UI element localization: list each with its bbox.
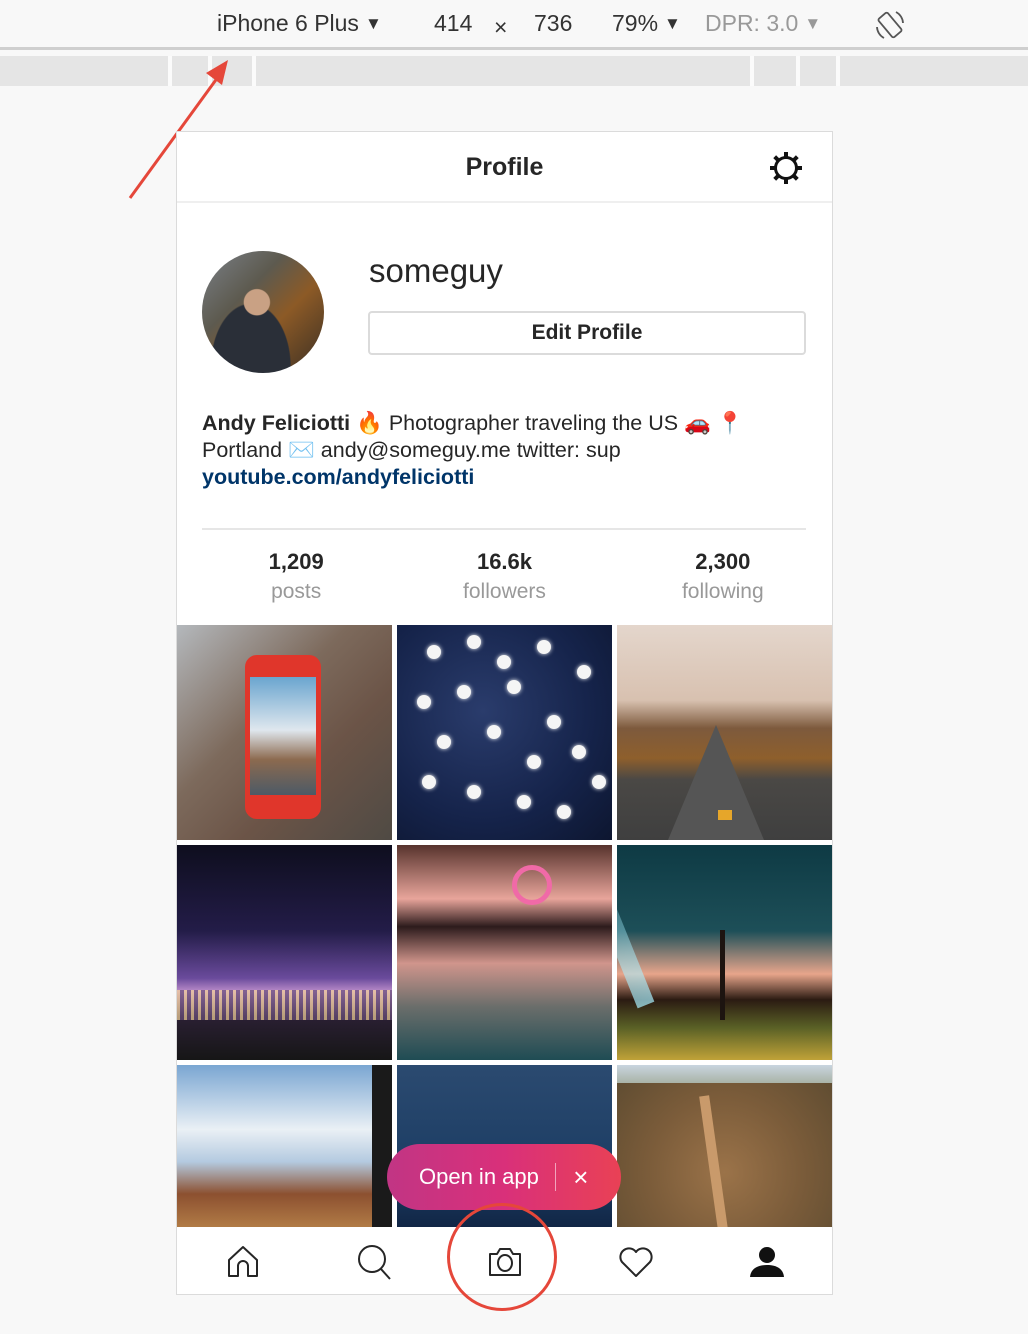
stat-value: 2,300 — [695, 549, 751, 574]
breakpoint-marker[interactable] — [836, 56, 840, 86]
photo-content — [437, 735, 451, 749]
photo-content — [512, 865, 552, 905]
bottom-tab-bar — [177, 1227, 832, 1294]
home-icon — [227, 1245, 258, 1277]
stat-posts[interactable]: 1,209 posts — [177, 547, 405, 607]
photo-content — [572, 745, 586, 759]
stats-row: 1,209 posts 16.6k followers 2,300 follow… — [177, 547, 832, 607]
tab-camera[interactable] — [475, 1237, 535, 1287]
photo-content — [245, 655, 321, 819]
photo-content — [517, 795, 531, 809]
bio-line-1: 🔥 Photographer traveling the US 🚗 📍 — [350, 411, 744, 435]
media-query-bar — [0, 56, 1028, 86]
divider — [202, 528, 806, 530]
times-glyph: × — [494, 14, 508, 40]
zoom-value: 79% — [612, 10, 659, 36]
stat-label: followers — [463, 580, 546, 603]
breakpoint-marker[interactable] — [750, 56, 754, 86]
tab-profile[interactable] — [737, 1237, 797, 1287]
top-nav: Profile — [177, 132, 832, 203]
website-link[interactable]: youtube.com/andyfeliciotti — [202, 465, 474, 489]
stat-label: following — [681, 580, 764, 603]
photo-content — [457, 685, 471, 699]
photo-content — [422, 775, 436, 789]
photo-tile[interactable] — [617, 625, 832, 840]
photo-content — [467, 785, 481, 799]
photo-content — [668, 725, 764, 840]
photo-tile[interactable] — [617, 845, 832, 1060]
photo-tile[interactable] — [177, 625, 392, 840]
photo-tile[interactable] — [177, 845, 392, 1060]
breakpoint-marker[interactable] — [796, 56, 800, 86]
bio: Andy Feliciotti 🔥 Photographer traveling… — [202, 410, 812, 491]
device-toolbar: iPhone 6 Plus ▼ 414 × 736 79% ▼ DPR: 3.0 ▼ — [0, 0, 1028, 50]
search-icon — [357, 1244, 391, 1280]
rotate-icon — [876, 11, 904, 39]
photo-content — [417, 695, 431, 709]
bio-line-2: Portland ✉️ andy@someguy.me twitter: sup — [202, 438, 621, 462]
dropdown-arrow-icon: ▼ — [364, 14, 382, 33]
breakpoint-marker[interactable] — [168, 56, 172, 86]
device-name: iPhone 6 Plus — [217, 10, 359, 36]
open-in-app-label: Open in app — [419, 1164, 539, 1189]
username: someguy — [369, 252, 503, 289]
photo-content — [592, 775, 606, 789]
photo-content — [557, 805, 571, 819]
dpr-value: DPR: 3.0 — [705, 10, 799, 36]
tab-home[interactable] — [213, 1237, 273, 1287]
dropdown-arrow-icon: ▼ — [804, 14, 822, 33]
close-icon[interactable]: × — [568, 1162, 594, 1193]
breakpoint-marker[interactable] — [252, 56, 256, 86]
tab-search[interactable] — [344, 1237, 404, 1287]
zoom-select[interactable]: 79% ▼ — [612, 10, 681, 37]
photo-content — [507, 680, 521, 694]
breakpoint-marker[interactable] — [208, 56, 212, 86]
stat-followers[interactable]: 16.6k followers — [395, 547, 613, 607]
phone-viewport: Profile someguy Edit Profile Andy Felici… — [176, 131, 833, 1295]
camera-icon — [488, 1247, 521, 1276]
full-name: Andy Feliciotti — [202, 411, 351, 435]
person-icon — [749, 1246, 784, 1277]
edit-profile-button[interactable]: Edit Profile — [368, 311, 806, 355]
photo-content — [177, 990, 392, 1020]
height-field[interactable]: 736 — [534, 10, 572, 37]
avatar[interactable] — [202, 251, 324, 373]
rotate-button[interactable] — [874, 9, 906, 47]
banner-separator — [554, 1163, 556, 1191]
dropdown-arrow-icon: ▼ — [664, 14, 681, 33]
photo-content — [720, 930, 725, 1020]
photo-content — [718, 810, 732, 820]
photo-content — [577, 665, 591, 679]
width-field[interactable]: 414 — [434, 10, 472, 37]
photo-content — [527, 755, 541, 769]
photo-tile[interactable] — [397, 845, 612, 1060]
stat-value: 16.6k — [476, 549, 533, 574]
photo-content — [467, 635, 481, 649]
heart-icon — [618, 1246, 653, 1277]
dpr-select[interactable]: DPR: 3.0 ▼ — [705, 10, 821, 37]
device-select[interactable]: iPhone 6 Plus ▼ — [217, 10, 382, 37]
photo-content — [487, 725, 501, 739]
stat-following[interactable]: 2,300 following — [614, 547, 832, 607]
photo-content — [537, 640, 551, 654]
stat-value: 1,209 — [268, 549, 324, 574]
photo-content — [497, 655, 511, 669]
photo-content — [617, 853, 655, 1009]
page-title: Profile — [465, 153, 544, 181]
photo-tile[interactable] — [397, 625, 612, 840]
gear-icon[interactable] — [768, 150, 804, 186]
photo-content — [617, 1065, 832, 1083]
photo-content — [547, 715, 561, 729]
tab-activity[interactable] — [606, 1237, 666, 1287]
open-in-app-banner[interactable]: Open in app × — [387, 1144, 621, 1210]
stat-label: posts — [271, 580, 322, 603]
photo-content — [427, 645, 441, 659]
